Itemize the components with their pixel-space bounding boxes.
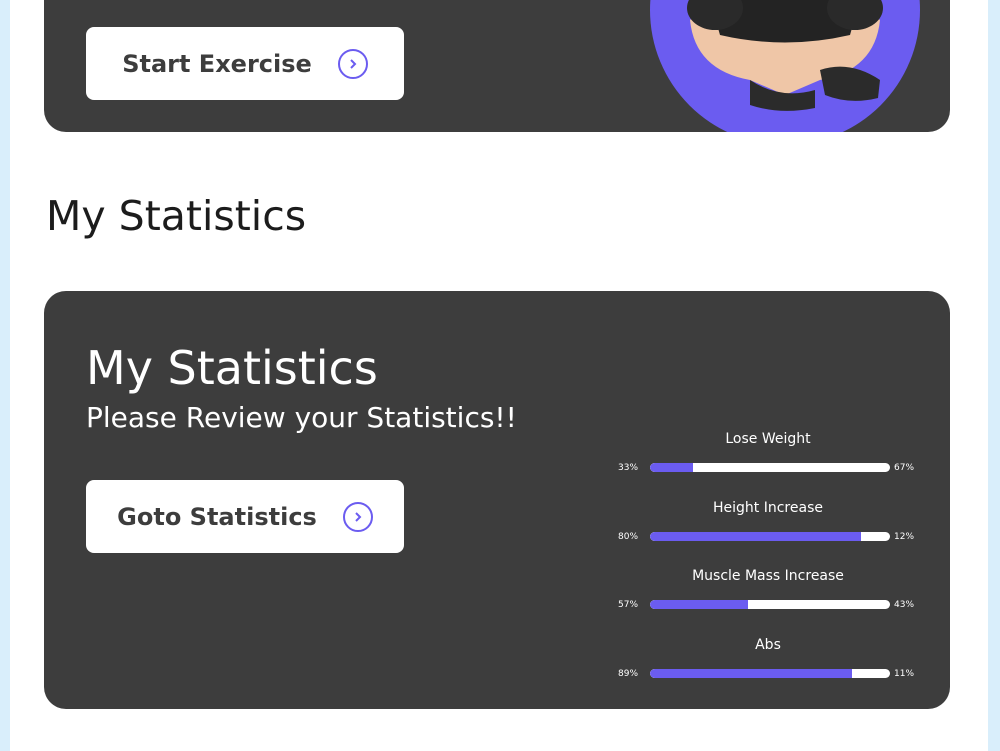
exercise-card: Start Exercise: [44, 0, 950, 132]
stat-row-abs: Abs 89% 11%: [608, 637, 938, 706]
stat-label: Lose Weight: [725, 431, 811, 447]
statistics-card-subtitle: Please Review your Statistics!!: [86, 401, 517, 434]
stat-right-value: 43%: [894, 600, 915, 610]
exercise-person-image: [650, 0, 920, 132]
section-title: My Statistics: [46, 192, 307, 240]
statistics-card-title: My Statistics: [86, 341, 378, 395]
goto-statistics-label: Goto Statistics: [117, 502, 317, 531]
stat-bar-track: [650, 600, 890, 609]
stat-label: Height Increase: [713, 499, 823, 516]
stat-left-value: 80%: [618, 531, 639, 542]
stat-bar-fill: [650, 600, 749, 609]
statistics-card: My Statistics Please Review your Statist…: [44, 291, 950, 709]
stat-right-value: 67%: [894, 463, 915, 473]
page: Start Exercise My Statistics My Statisti…: [10, 0, 988, 751]
stat-label: Muscle Mass Increase: [692, 568, 844, 584]
chevron-right-icon: [337, 48, 368, 79]
stat-label: Abs: [755, 636, 781, 653]
start-exercise-button[interactable]: Start Exercise: [86, 27, 404, 100]
stat-row-lose-weight: Lose Weight 33% 67%: [608, 431, 938, 500]
stat-bar-track: [650, 531, 890, 541]
stat-row-muscle-mass: Muscle Mass Increase 57% 43%: [608, 568, 938, 637]
stat-right-value: 12%: [894, 531, 915, 542]
goto-statistics-button[interactable]: Goto Statistics: [86, 480, 404, 553]
stat-bar-fill: [650, 531, 862, 541]
stat-left-value: 57%: [618, 600, 639, 610]
start-exercise-label: Start Exercise: [122, 49, 312, 78]
stat-bar-fill: [650, 463, 694, 472]
stat-bar-fill: [650, 668, 852, 678]
chevron-right-icon: [342, 501, 373, 532]
stat-left-value: 33%: [618, 463, 639, 473]
stat-left-value: 89%: [618, 668, 639, 679]
stat-bar-track: [650, 463, 890, 472]
stat-row-height-increase: Height Increase 80% 12%: [608, 500, 938, 569]
stat-bar-track: [650, 668, 890, 678]
stat-right-value: 11%: [894, 668, 915, 679]
statistics-bars: Lose Weight 33% 67% Height Increase 80% …: [608, 431, 938, 705]
